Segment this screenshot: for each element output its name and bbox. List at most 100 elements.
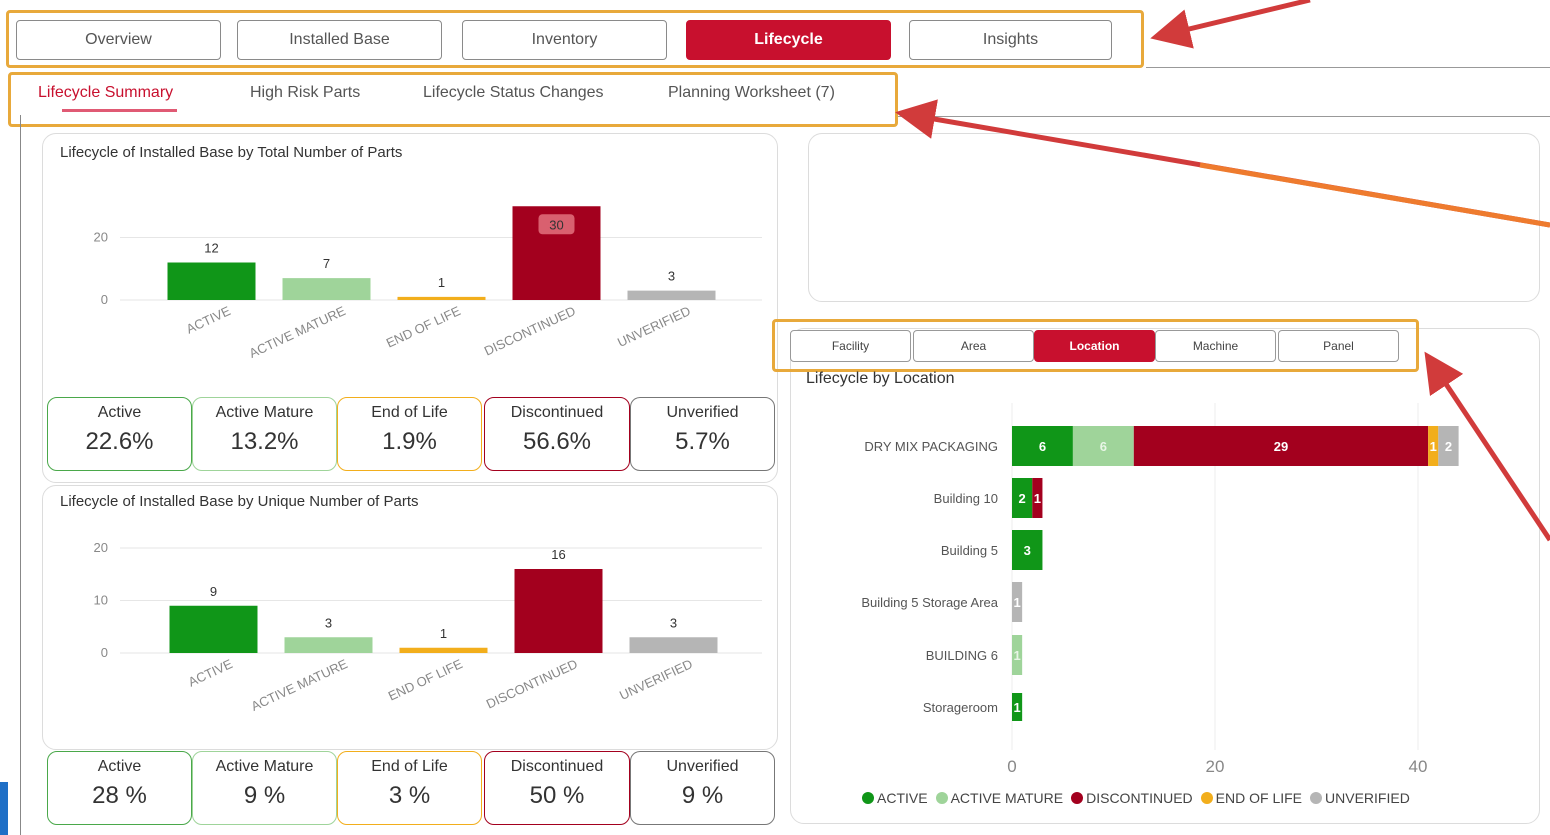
y-tick-label: BUILDING 6 — [926, 648, 998, 663]
y-tick-label: DRY MIX PACKAGING — [864, 439, 998, 454]
data-label: 9 — [210, 584, 217, 599]
legend-label: DISCONTINUED — [1086, 790, 1193, 806]
data-label: 2 — [1445, 439, 1452, 454]
top-tabs-highlight — [6, 10, 1144, 68]
empty-card — [808, 133, 1540, 302]
stat-active: Active 28 % — [47, 751, 192, 825]
stat-label: Active Mature — [215, 404, 314, 421]
location-filters-highlight — [772, 319, 1419, 372]
x-tick-label: UNVERIFIED — [615, 303, 693, 350]
x-tick-label: 40 — [1409, 757, 1428, 776]
stat-label: Active — [97, 404, 142, 421]
stat-active-mature: Active Mature 9 % — [192, 751, 337, 825]
x-tick-label: ACTIVE MATURE — [249, 656, 350, 714]
bar — [167, 262, 256, 300]
stat-discontinued: Discontinued 56.6% — [484, 397, 630, 471]
data-label: 3 — [1024, 543, 1031, 558]
y-tick-label: 20 — [94, 540, 108, 555]
bar — [169, 605, 258, 653]
stat-value: 9 % — [681, 782, 724, 809]
x-tick-label: ACTIVE — [184, 303, 233, 337]
subtabs-highlight — [8, 72, 898, 127]
y-tick-label: Building 5 — [941, 543, 998, 558]
legend-label: UNVERIFIED — [1325, 790, 1410, 806]
stat-value: 5.7% — [675, 428, 730, 455]
data-label: 1 — [1013, 700, 1020, 715]
data-label: 1 — [1430, 439, 1437, 454]
stat-active: Active 22.6% — [47, 397, 192, 471]
y-tick-label: 10 — [94, 593, 108, 608]
legend-label: ACTIVE — [877, 790, 928, 806]
bar — [399, 647, 488, 653]
data-label: 6 — [1100, 439, 1107, 454]
x-tick-label: 20 — [1206, 757, 1225, 776]
stat-end-of-life: End of Life 3 % — [337, 751, 482, 825]
bar — [514, 569, 603, 653]
legend-item[interactable]: ACTIVE — [862, 790, 928, 806]
unique-parts-title: Lifecycle of Installed Base by Unique Nu… — [60, 493, 419, 510]
content-frame-left — [20, 115, 21, 835]
divider — [1146, 67, 1550, 68]
data-label: 1 — [438, 275, 445, 290]
x-tick-label: UNVERIFIED — [617, 656, 695, 703]
unique-parts-chart: 0 10 20 9 ACTIVE 3 ACTIVE MATURE 1 END OF LIFE 16… — [94, 540, 762, 714]
stat-label: Unverified — [666, 404, 739, 421]
legend-item[interactable]: UNVERIFIED — [1310, 790, 1410, 806]
y-tick-label: 20 — [94, 230, 108, 245]
data-label: 3 — [670, 615, 677, 630]
stat-label: End of Life — [371, 758, 448, 775]
data-label: 3 — [668, 269, 675, 284]
x-tick-label: DISCONTINUED — [484, 656, 580, 711]
y-tick-label: Building 10 — [934, 491, 998, 506]
data-label: 7 — [323, 256, 330, 271]
stat-discontinued: Discontinued 50 % — [484, 751, 630, 825]
legend-label: ACTIVE MATURE — [950, 790, 1064, 806]
bar — [282, 278, 371, 300]
stat-label: Active — [97, 758, 142, 775]
data-label: 30 — [549, 217, 563, 232]
stat-label: Active Mature — [215, 758, 314, 775]
stat-value: 3 % — [388, 782, 431, 809]
stat-end-of-life: End of Life 1.9% — [337, 397, 482, 471]
x-tick-label: DISCONTINUED — [482, 303, 578, 358]
stat-active-mature: Active Mature 13.2% — [192, 397, 337, 471]
data-label: 1 — [440, 626, 447, 641]
location-chart-title: Lifecycle by Location — [806, 370, 955, 387]
location-legend: ACTIVE ACTIVE MATURE DISCONTINUED END OF… — [862, 790, 1410, 806]
legend-item[interactable]: DISCONTINUED — [1071, 790, 1193, 806]
y-tick-label: 0 — [101, 292, 108, 307]
legend-label: END OF LIFE — [1215, 790, 1303, 806]
data-label: 1 — [1034, 491, 1041, 506]
y-tick-label: 0 — [101, 645, 108, 660]
side-strip — [0, 782, 8, 835]
stat-value: 1.9% — [382, 428, 437, 455]
data-label: 1 — [1013, 648, 1020, 663]
data-label: 29 — [1274, 439, 1288, 454]
bar — [284, 637, 373, 653]
stat-value: 50 % — [529, 782, 585, 809]
stat-unverified: Unverified 9 % — [630, 751, 775, 825]
legend-dot — [862, 792, 874, 804]
x-tick-label: 0 — [1007, 757, 1016, 776]
legend-dot — [935, 792, 948, 804]
stat-value: 28 % — [92, 782, 147, 809]
x-tick-label: ACTIVE MATURE — [247, 303, 348, 361]
stat-value: 9 % — [243, 782, 286, 809]
stat-unverified: Unverified 5.7% — [630, 397, 775, 471]
x-tick-label: END OF LIFE — [384, 303, 463, 351]
legend-dot — [1200, 792, 1213, 804]
data-label: 1 — [1013, 595, 1020, 610]
stat-label: Discontinued — [510, 404, 604, 421]
total-parts-title: Lifecycle of Installed Base by Total Num… — [60, 144, 403, 161]
x-tick-label: END OF LIFE — [386, 656, 465, 704]
legend-item[interactable]: END OF LIFE — [1200, 790, 1303, 806]
bar — [629, 637, 718, 653]
location-chart: 0 20 40DRY MIX PACKAGING 6 6 29 1 2Building 10 2… — [861, 403, 1459, 776]
legend-item[interactable]: ACTIVE MATURE — [935, 790, 1064, 806]
total-parts-chart: 0 20 12 ACTIVE 7 ACTIVE MATURE 1 END OF LIFE 30 D… — [94, 206, 762, 361]
legend-dot — [1310, 792, 1323, 804]
y-tick-label: Building 5 Storage Area — [861, 595, 998, 610]
divider — [898, 116, 1550, 117]
bar — [627, 290, 716, 300]
stat-label: Discontinued — [510, 758, 604, 775]
